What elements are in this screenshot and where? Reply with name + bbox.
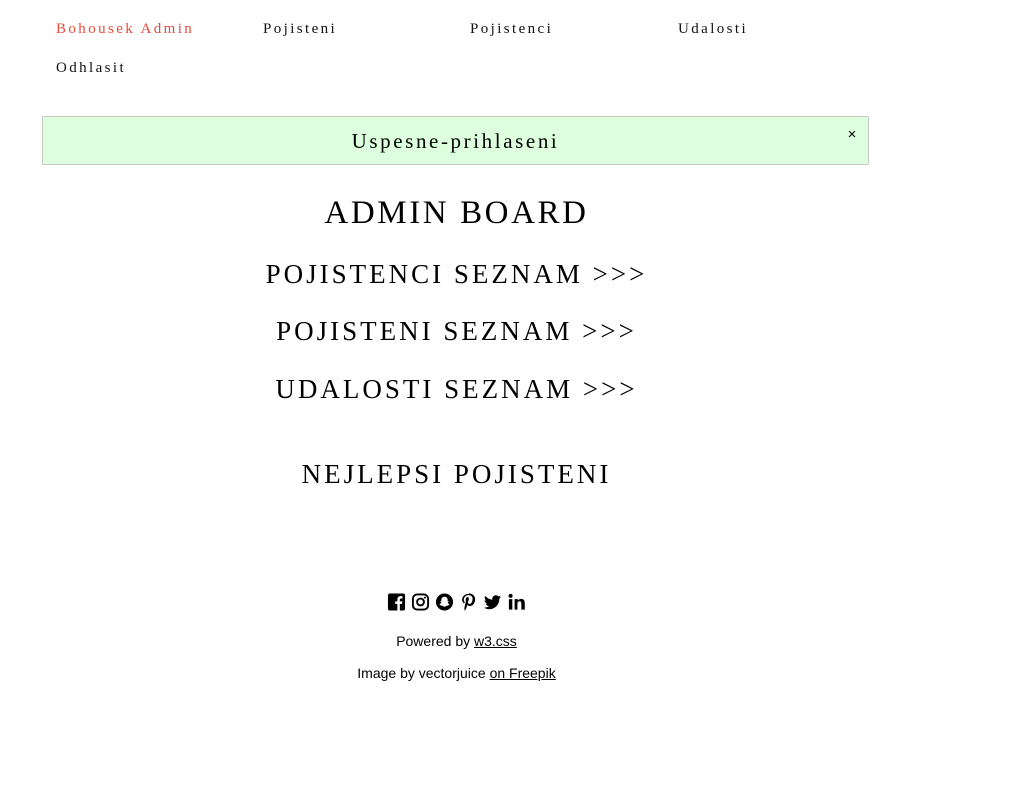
nav-item-udalosti[interactable]: Udalosti [678, 20, 748, 38]
image-credit-line: Image by vectorjuice on Freepik [42, 665, 871, 682]
nav-item-pojistenci[interactable]: Pojistenci [470, 20, 553, 38]
best-insurance-heading: NEJLEPSI POJISTENI [301, 459, 612, 489]
w3css-link[interactable]: w3.css [474, 633, 517, 649]
success-alert: Uspesne-prihlaseni [42, 116, 869, 165]
link-row-pojisteni: POJISTENI SEZNAM >>> [42, 315, 871, 347]
instagram-icon[interactable] [411, 592, 430, 612]
nav-item-pojisteni[interactable]: Pojisteni [263, 20, 337, 38]
alert-close-button[interactable]: × [844, 126, 860, 144]
nav-logout-link[interactable]: Odhlasit [56, 59, 126, 77]
freepik-link[interactable]: on Freepik [490, 665, 556, 681]
linkedin-icon[interactable] [507, 592, 526, 612]
nav-brand-link[interactable]: Bohousek Admin [56, 20, 194, 38]
page-title: ADMIN BOARD [324, 195, 589, 231]
link-row-pojistenci: POJISTENCI SEZNAM >>> [42, 258, 871, 290]
image-credit-text: Image by vectorjuice [357, 665, 486, 681]
powered-by-line: Powered by w3.css [42, 633, 871, 650]
twitter-icon[interactable] [483, 592, 502, 612]
social-icons [387, 591, 526, 613]
pinterest-icon[interactable] [459, 592, 478, 612]
pojisteni-seznam-link[interactable]: POJISTENI SEZNAM >>> [42, 315, 871, 347]
udalosti-seznam-link[interactable]: UDALOSTI SEZNAM >>> [42, 373, 871, 405]
link-row-udalosti: UDALOSTI SEZNAM >>> [42, 373, 871, 405]
pojistenci-seznam-link[interactable]: POJISTENCI SEZNAM >>> [42, 258, 871, 290]
powered-by-text: Powered by [396, 633, 471, 649]
facebook-icon[interactable] [387, 592, 406, 612]
alert-message: Uspesne-prihlaseni [351, 129, 560, 153]
snapchat-icon[interactable] [435, 592, 454, 612]
